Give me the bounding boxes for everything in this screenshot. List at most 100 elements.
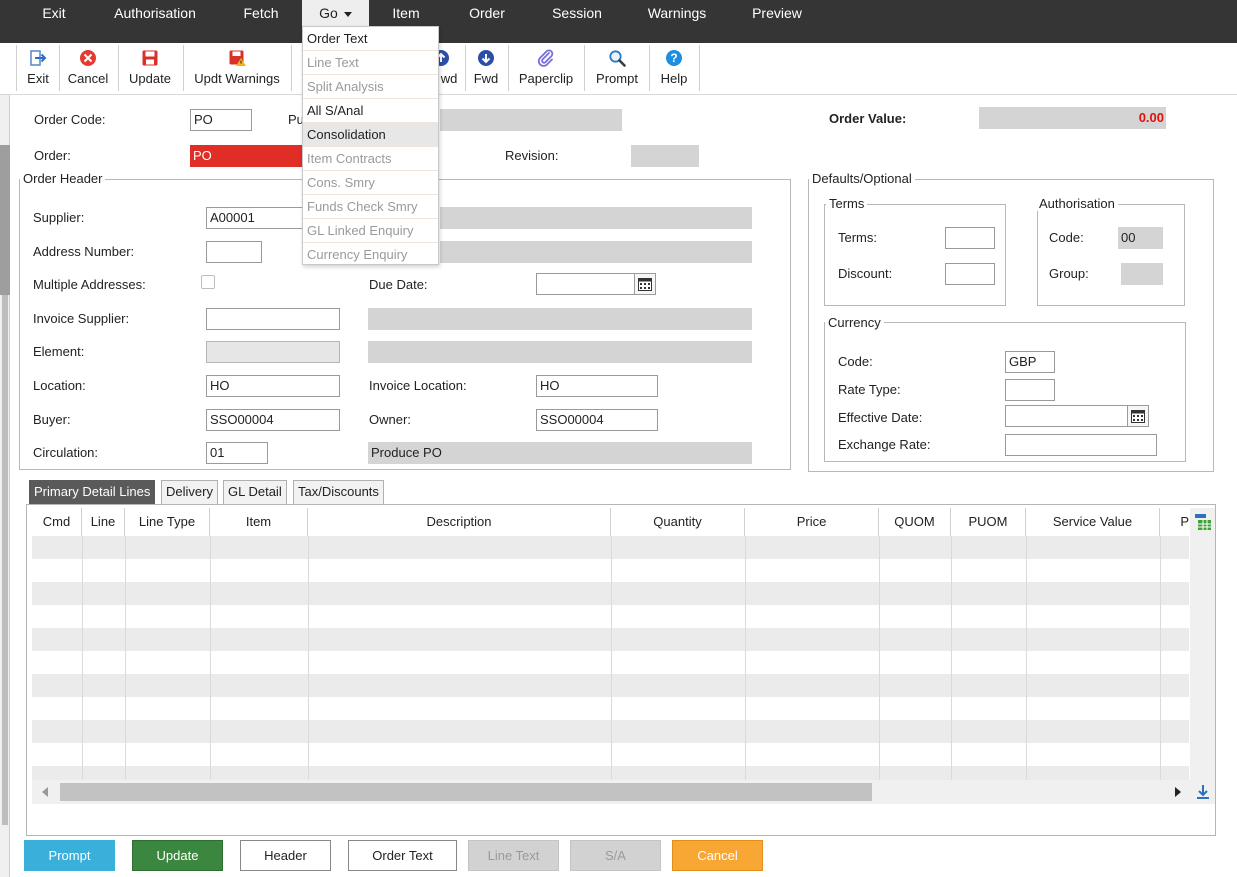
left-collapse-rail[interactable] [0, 95, 10, 877]
tab-primary-detail-lines[interactable]: Primary Detail Lines [29, 480, 156, 504]
scroll-left-icon[interactable] [41, 787, 49, 797]
column-chooser-icon[interactable] [1194, 513, 1212, 531]
go-menu-funds-check-smry[interactable]: Funds Check Smry [303, 195, 438, 219]
menu-go[interactable]: Go [302, 0, 369, 27]
scroll-to-bottom-icon[interactable] [1196, 784, 1210, 800]
menu-preview[interactable]: Preview [742, 0, 812, 27]
col-description[interactable]: Description [308, 508, 611, 536]
grid-vertical-scrollbar[interactable] [1190, 508, 1215, 804]
menu-order[interactable]: Order [458, 0, 516, 27]
toolbar-separator [508, 45, 509, 91]
menu-authorisation[interactable]: Authorisation [104, 0, 206, 27]
toolbar-separator [59, 45, 60, 91]
col-quom[interactable]: QUOM [879, 508, 951, 536]
grid-column-line [125, 536, 126, 780]
toolbar-update-button[interactable]: Update [122, 43, 178, 95]
order-text-button[interactable]: Order Text [348, 840, 457, 871]
grid-column-line [82, 536, 83, 780]
go-menu-line-text[interactable]: Line Text [303, 51, 438, 75]
toolbar-prompt-label: Prompt [596, 71, 638, 86]
order-code-input[interactable]: PO [190, 109, 252, 131]
exchange-rate-input[interactable] [1005, 434, 1157, 456]
toolbar-help-label: Help [660, 71, 688, 86]
location-label: Location: [33, 378, 86, 393]
order-value-field: 0.00 [979, 107, 1166, 129]
authorisation-group [1037, 204, 1185, 306]
arrow-down-icon [478, 50, 494, 66]
col-cmd[interactable]: Cmd [32, 508, 82, 536]
paperclip-icon [537, 49, 554, 67]
col-p[interactable]: P [1160, 508, 1189, 536]
invoice-location-input[interactable]: HO [536, 375, 658, 397]
order-field[interactable]: PO [190, 145, 302, 167]
go-menu-currency-enquiry[interactable]: Currency Enquiry [303, 243, 438, 267]
menu-fetch[interactable]: Fetch [230, 0, 292, 27]
col-quantity[interactable]: Quantity [611, 508, 745, 536]
multiple-addresses-checkbox[interactable] [201, 275, 215, 289]
currency-legend: Currency [825, 315, 884, 330]
grid-horizontal-scrollbar[interactable] [32, 780, 1192, 804]
toolbar-separator [291, 45, 292, 91]
horizontal-scroll-thumb[interactable] [60, 783, 872, 801]
address-number-input[interactable] [206, 241, 262, 263]
go-menu-order-text[interactable]: Order Text [303, 27, 438, 51]
cancel-button[interactable]: Cancel [672, 840, 763, 871]
go-menu-cons-smry[interactable]: Cons. Smry [303, 171, 438, 195]
menu-warnings[interactable]: Warnings [638, 0, 716, 27]
effective-date-calendar-button[interactable] [1127, 405, 1149, 427]
toolbar-paperclip-button[interactable]: Paperclip [512, 43, 580, 95]
go-menu-all-s-anal[interactable]: All S/Anal [303, 99, 438, 123]
go-menu-split-analysis[interactable]: Split Analysis [303, 75, 438, 99]
col-puom[interactable]: PUOM [951, 508, 1026, 536]
owner-input[interactable]: SSO00004 [536, 409, 658, 431]
grid-body [32, 536, 1189, 780]
toolbar-prompt-button[interactable]: Prompt [588, 43, 646, 95]
col-item[interactable]: Item [210, 508, 308, 536]
toolbar-paperclip-label: Paperclip [518, 71, 574, 86]
toolbar-cancel-button[interactable]: Cancel [62, 43, 114, 95]
go-menu-gl-linked-enquiry[interactable]: GL Linked Enquiry [303, 219, 438, 243]
toolbar: Exit Cancel Update Updt Warnings wd Fwd … [0, 43, 1237, 95]
col-line[interactable]: Line [82, 508, 125, 536]
location-input[interactable]: HO [206, 375, 340, 397]
go-menu-dropdown: Order Text Line Text Split Analysis All … [302, 26, 439, 265]
tab-delivery[interactable]: Delivery [161, 480, 218, 504]
header-button[interactable]: Header [240, 840, 331, 871]
tab-tax-discounts[interactable]: Tax/Discounts [293, 480, 384, 504]
col-line-type[interactable]: Line Type [125, 508, 210, 536]
grid-column-line [210, 536, 211, 780]
sa-button[interactable]: S/A [570, 840, 661, 871]
scroll-right-icon[interactable] [1174, 787, 1182, 797]
discount-input[interactable] [945, 263, 995, 285]
toolbar-fwd-button[interactable]: Fwd [468, 43, 504, 95]
buyer-input[interactable]: SSO00004 [206, 409, 340, 431]
go-menu-consolidation[interactable]: Consolidation [303, 123, 438, 147]
supplier-input[interactable]: A00001 [206, 207, 302, 229]
terms-input[interactable] [945, 227, 995, 249]
exit-icon [30, 50, 47, 66]
menu-exit[interactable]: Exit [28, 0, 80, 27]
element-desc-field [368, 341, 752, 363]
go-menu-item-contracts[interactable]: Item Contracts [303, 147, 438, 171]
toolbar-updt-warnings-button[interactable]: Updt Warnings [186, 43, 288, 95]
circulation-label: Circulation: [33, 445, 99, 460]
calendar-icon [1131, 410, 1145, 423]
invoice-supplier-label: Invoice Supplier: [33, 311, 130, 326]
rate-type-input[interactable] [1005, 379, 1055, 401]
multiple-addresses-label: Multiple Addresses: [33, 277, 146, 292]
circulation-input[interactable]: 01 [206, 442, 268, 464]
menu-session[interactable]: Session [542, 0, 612, 27]
invoice-supplier-input[interactable] [206, 308, 340, 330]
tab-gl-detail[interactable]: GL Detail [223, 480, 287, 504]
currency-code-input[interactable]: GBP [1005, 351, 1055, 373]
line-text-button[interactable]: Line Text [468, 840, 559, 871]
col-service-value[interactable]: Service Value [1026, 508, 1160, 536]
update-button[interactable]: Update [132, 840, 223, 871]
menu-item[interactable]: Item [378, 0, 434, 27]
col-price[interactable]: Price [745, 508, 879, 536]
due-date-calendar-button[interactable] [634, 273, 656, 295]
toolbar-help-button[interactable]: ? Help [652, 43, 696, 95]
prompt-button[interactable]: Prompt [24, 840, 115, 871]
toolbar-exit-button[interactable]: Exit [20, 43, 56, 95]
terms-legend: Terms [826, 196, 868, 211]
